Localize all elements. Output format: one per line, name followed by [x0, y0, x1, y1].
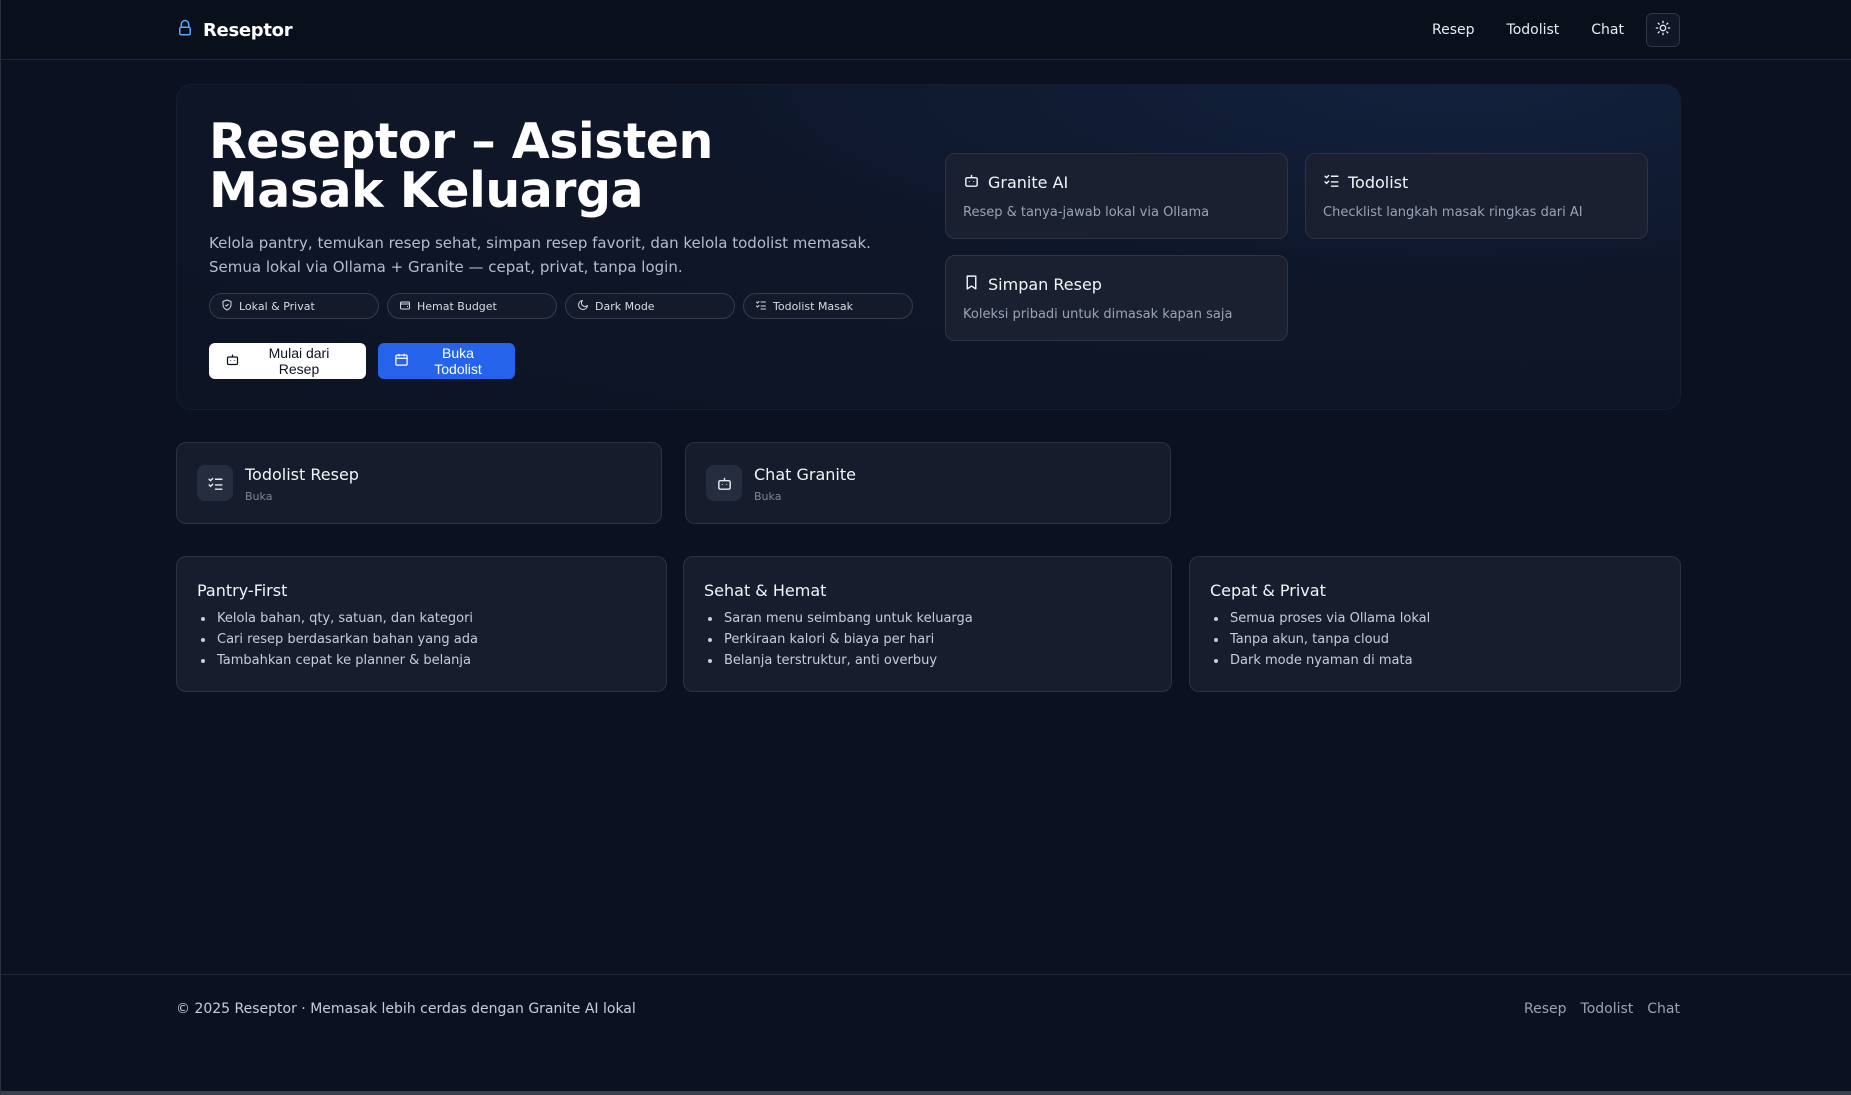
feature-desc: Resep & tanya-jawab lokal via Ollama: [963, 205, 1210, 220]
feature-title: Todolist: [1348, 173, 1409, 192]
footer-copyright: © 2025 Reseptor · Memasak lebih cerdas d…: [176, 1001, 636, 1017]
start-recipe-button[interactable]: Mulai dari Resep: [209, 343, 366, 379]
moon-icon: [577, 299, 589, 314]
feature-card-todolist: Todolist Checklist langkah masak ringkas…: [1305, 153, 1648, 239]
footer-link-resep[interactable]: Resep: [1524, 1001, 1567, 1017]
quick-link-todolist-resep[interactable]: Todolist Resep Buka: [176, 442, 662, 524]
list-item: Dark mode nyaman di mata: [1210, 650, 1680, 671]
list-item: Tanpa akun, tanpa cloud: [1210, 629, 1680, 650]
chip-lokal-privat: Lokal & Privat: [209, 293, 379, 319]
list-item: Belanja terstruktur, anti overbuy: [704, 650, 1171, 671]
brand-logo[interactable]: Reseptor: [176, 16, 293, 44]
chip-label: Todolist Masak: [773, 299, 854, 313]
calendar-icon: [394, 352, 409, 370]
feature-card-granite-ai: Granite AI Resep & tanya-jawab lokal via…: [945, 153, 1288, 239]
brand-name: Reseptor: [203, 19, 293, 41]
chip-hemat-budget: Hemat Budget: [387, 293, 557, 319]
list-checks-icon: [1323, 172, 1340, 193]
chip-dark-mode: Dark Mode: [565, 293, 735, 319]
feature-desc: Koleksi pribadi untuk dimasak kapan saja: [963, 307, 1233, 322]
page-footer: © 2025 Reseptor · Memasak lebih cerdas d…: [1, 974, 1851, 1095]
footer-link-todolist[interactable]: Todolist: [1581, 1001, 1634, 1017]
footer-link-chat[interactable]: Chat: [1647, 1001, 1680, 1017]
list-item: Tambahkan cepat ke planner & belanja: [197, 650, 666, 671]
list-item: Saran menu seimbang untuk keluarga: [704, 608, 1171, 629]
feature-chips: Lokal & Privat Hemat Budget Dark Mode To…: [209, 293, 913, 319]
start-recipe-label: Mulai dari Resep: [268, 345, 330, 377]
info-card-pantry-first: Pantry-First Kelola bahan, qty, satuan, …: [176, 556, 667, 692]
feature-desc: Checklist langkah masak ringkas dari AI: [1323, 205, 1583, 220]
info-card-cepat-privat: Cepat & Privat Semua proses via Ollama l…: [1189, 556, 1681, 692]
quick-link-title: Chat Granite: [754, 465, 856, 484]
list-item: Cari resep berdasarkan bahan yang ada: [197, 629, 666, 650]
list-item: Kelola bahan, qty, satuan, dan kategori: [197, 608, 666, 629]
bot-icon: [706, 465, 742, 501]
list-checks-icon: [197, 465, 233, 501]
main-nav: Resep Todolist Chat: [1432, 10, 1680, 50]
bookmark-icon: [963, 274, 980, 295]
quick-link-title: Todolist Resep: [245, 465, 359, 484]
feature-card-simpan-resep: Simpan Resep Koleksi pribadi untuk dimas…: [945, 255, 1288, 341]
chip-label: Lokal & Privat: [239, 299, 315, 313]
bot-icon: [963, 172, 980, 193]
window-bottom-edge: [1, 1091, 1851, 1095]
info-card-title: Sehat & Hemat: [704, 581, 827, 600]
hero-title: Reseptor – Asisten Masak Keluarga: [209, 113, 713, 219]
info-card-title: Pantry-First: [197, 581, 288, 600]
hero-actions: Mulai dari Resep Buka Todolist: [209, 343, 515, 379]
list-checks-icon: [755, 299, 767, 314]
info-card-title: Cepat & Privat: [1210, 581, 1326, 600]
chip-label: Hemat Budget: [417, 299, 497, 313]
info-card-sehat-hemat: Sehat & Hemat Saran menu seimbang untuk …: [683, 556, 1172, 692]
open-todolist-label: Buka Todolist: [434, 345, 482, 377]
wallet-icon: [399, 299, 411, 314]
hero-section: Reseptor – Asisten Masak Keluarga Kelola…: [176, 84, 1681, 410]
quick-link-sub: Buka: [245, 490, 273, 503]
hero-subtitle: Kelola pantry, temukan resep sehat, simp…: [209, 234, 871, 276]
list-item: Semua proses via Ollama lokal: [1210, 608, 1680, 629]
top-navbar: Reseptor Resep Todolist Chat: [1, 0, 1851, 60]
chip-todolist-masak: Todolist Masak: [743, 293, 913, 319]
feature-title: Granite AI: [988, 173, 1069, 192]
bot-icon: [225, 352, 240, 370]
quick-link-chat-granite[interactable]: Chat Granite Buka: [685, 442, 1171, 524]
list-item: Perkiraan kalori & biaya per hari: [704, 629, 1171, 650]
chip-label: Dark Mode: [595, 299, 655, 313]
nav-link-resep[interactable]: Resep: [1432, 10, 1475, 50]
theme-toggle-button[interactable]: [1646, 13, 1680, 47]
chef-hat-icon: [176, 19, 194, 41]
nav-link-chat[interactable]: Chat: [1591, 10, 1624, 50]
shield-icon: [221, 299, 233, 314]
footer-links: Resep Todolist Chat: [1524, 1001, 1680, 1017]
nav-link-todolist[interactable]: Todolist: [1507, 10, 1560, 50]
sun-icon: [1655, 20, 1671, 40]
open-todolist-button[interactable]: Buka Todolist: [378, 343, 515, 379]
feature-title: Simpan Resep: [988, 275, 1102, 294]
quick-link-sub: Buka: [754, 490, 782, 503]
